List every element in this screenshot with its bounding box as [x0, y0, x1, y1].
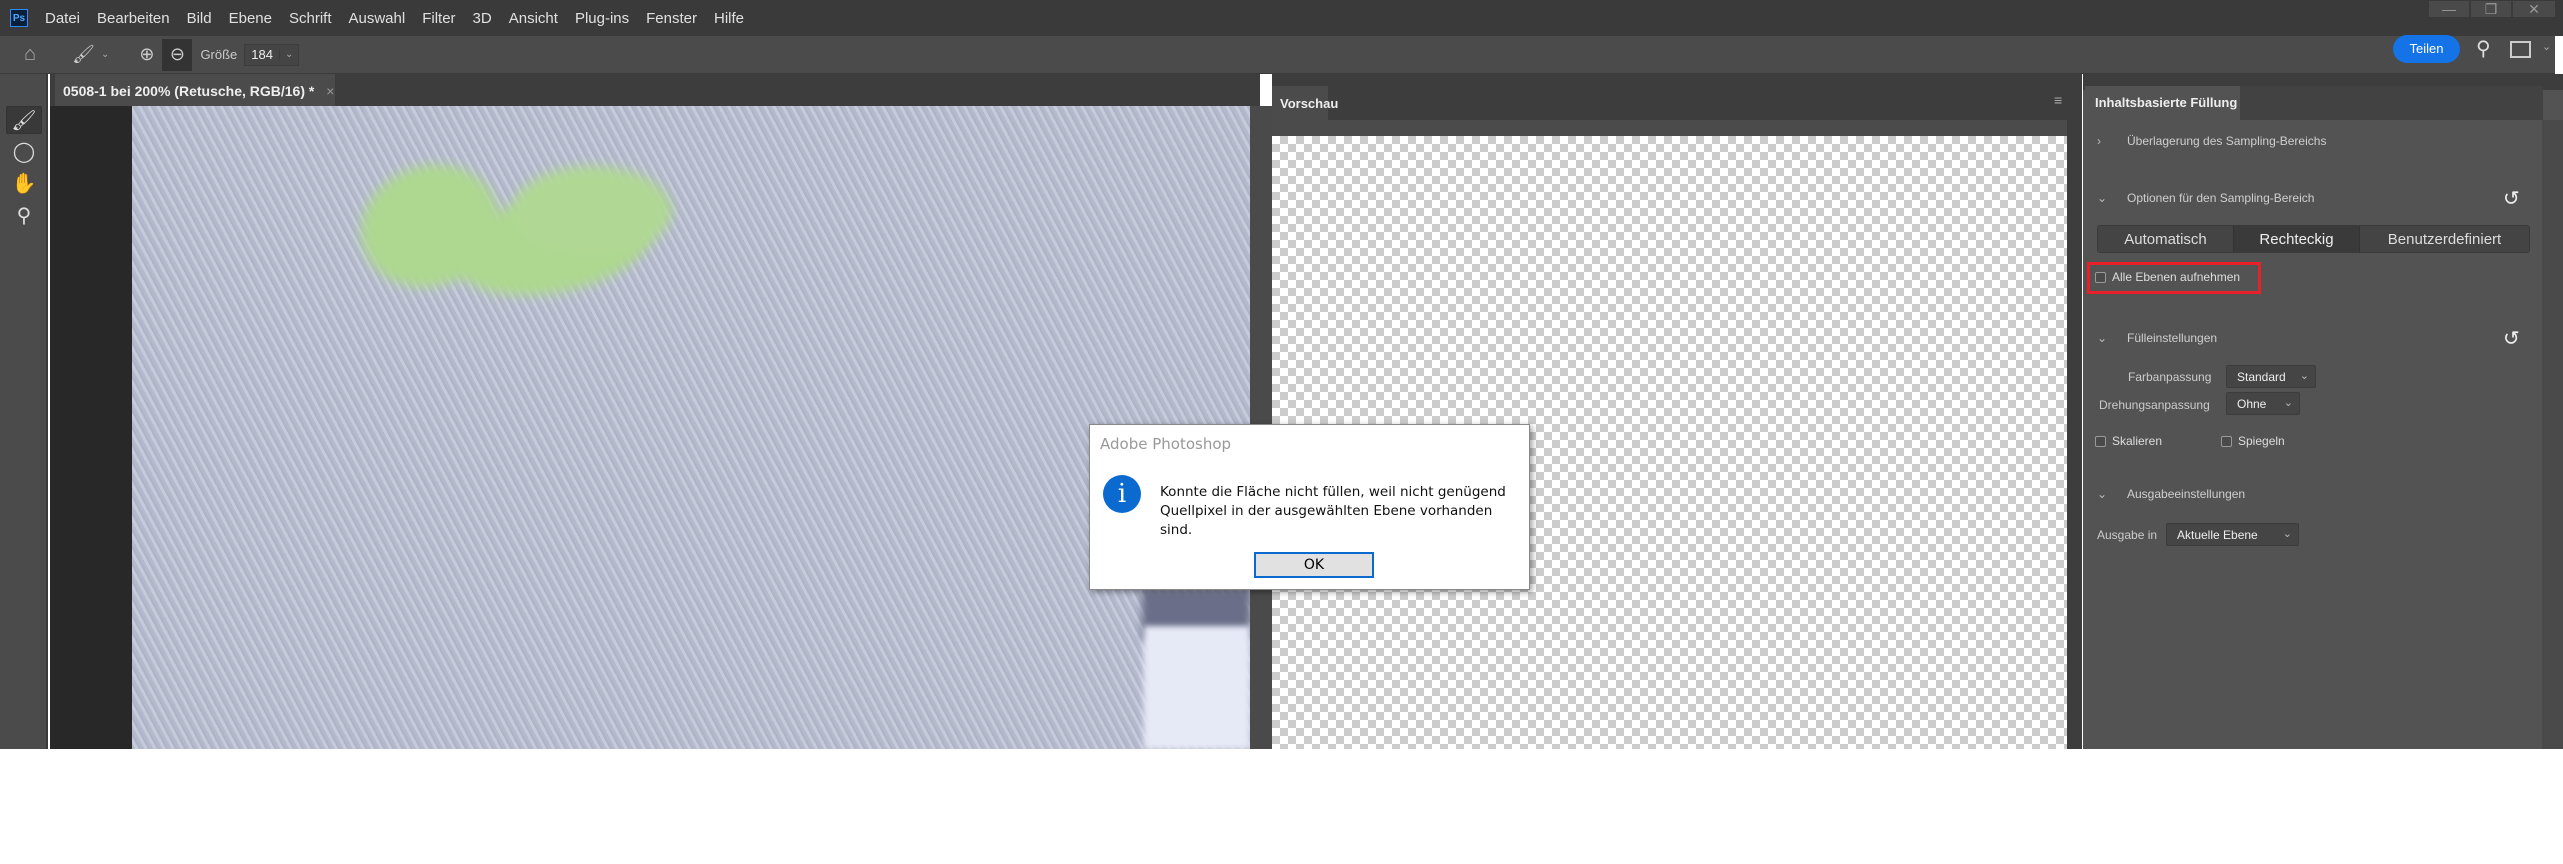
chevron-down-icon[interactable]: ⌄ [278, 49, 298, 60]
mode-benutzerdefiniert[interactable]: Benutzerdefiniert [2360, 226, 2529, 252]
close-tab-icon[interactable]: × [326, 83, 334, 99]
reset-icon[interactable]: ↺ [2503, 326, 2520, 351]
lasso-icon[interactable]: ◯ [6, 138, 42, 166]
menu-bild[interactable]: Bild [187, 10, 212, 27]
menu-filter[interactable]: Filter [422, 10, 455, 27]
ok-button[interactable]: OK [1254, 552, 1374, 578]
chevron-right-icon: › [2097, 134, 2101, 148]
document-title: 0508-1 bei 200% (Retusche, RGB/16) * [63, 83, 315, 99]
panel-scrollbar[interactable] [2542, 120, 2563, 749]
add-to-sample-icon[interactable]: ⊕ [139, 44, 154, 65]
menu-ebene[interactable]: Ebene [229, 10, 272, 27]
rotation-adapt-label: Drehungsanpassung [2099, 398, 2210, 412]
document-image[interactable] [132, 106, 1250, 749]
minimize-button[interactable]: — [2428, 0, 2470, 18]
dialog-title: Adobe Photoshop [1100, 435, 1232, 453]
white-region [1144, 626, 1250, 749]
section-output[interactable]: ⌄ Ausgabeeinstellungen [2097, 487, 2245, 501]
menu-hilfe[interactable]: Hilfe [714, 10, 744, 27]
menu-3d[interactable]: 3D [473, 10, 492, 27]
document-tab[interactable]: 0508-1 bei 200% (Retusche, RGB/16) * × [55, 74, 335, 106]
chevron-down-icon: ⌄ [2097, 191, 2108, 205]
color-adapt-value: Standard [2237, 370, 2286, 384]
rotation-adapt-dropdown[interactable]: Ohne ⌄ [2226, 392, 2300, 415]
checkbox[interactable] [2095, 436, 2106, 448]
subtract-from-sample-icon[interactable]: ⊖ [162, 38, 193, 71]
section-overlay[interactable]: › Überlagerung des Sampling-Bereichs [2097, 134, 2326, 148]
mode-rechteckig[interactable]: Rechteckig [2234, 226, 2360, 252]
remove-brush-icon[interactable]: 🖌 [6, 106, 42, 134]
dialog-message: Konnte die Fläche nicht füllen, weil nic… [1160, 483, 1520, 540]
workspace-icon[interactable] [2510, 41, 2531, 58]
message-line: Quellpixel in der ausgewählten Ebene vor… [1160, 503, 1493, 538]
info-icon: i [1103, 475, 1141, 513]
section-fill-label: Fülleinstellungen [2127, 331, 2218, 345]
output-label: Ausgabe in [2097, 528, 2158, 542]
chevron-down-icon: ⌄ [2282, 528, 2292, 540]
brush-tool-preset-icon[interactable]: 🖌 [72, 44, 95, 65]
zoom-icon[interactable]: ⚲ [6, 202, 42, 230]
panel-menu-icon[interactable]: ≡ [2054, 92, 2062, 108]
color-adapt-label: Farbanpassung [2128, 370, 2212, 384]
tools-panel: 🖌 ◯ ✋ ⚲ [0, 74, 48, 749]
reset-icon[interactable]: ↺ [2503, 186, 2520, 211]
preview-tab[interactable]: Vorschau [1272, 86, 1338, 120]
section-output-label: Ausgabeeinstellungen [2127, 487, 2246, 501]
menu-plugins[interactable]: Plug-ins [575, 10, 629, 27]
menu-datei[interactable]: Datei [45, 10, 80, 27]
menu-fenster[interactable]: Fenster [646, 10, 697, 27]
search-icon[interactable]: ⚲ [2476, 36, 2491, 61]
mode-automatisch[interactable]: Automatisch [2098, 226, 2234, 252]
menu-bar: Ps Datei Bearbeiten Bild Ebene Schrift A… [0, 0, 2563, 36]
menu-schrift[interactable]: Schrift [289, 10, 332, 27]
size-field[interactable]: 184 ⌄ [244, 43, 300, 66]
chevron-down-icon[interactable]: ⌄ [101, 49, 109, 60]
output-value: Aktuelle Ebene [2177, 528, 2258, 542]
mirror-checkbox[interactable]: Spiegeln [2221, 434, 2285, 448]
rotation-adapt-value: Ohne [2237, 397, 2267, 411]
chevron-down-icon: ⌄ [2097, 331, 2108, 345]
color-adapt-dropdown[interactable]: Standard ⌄ [2226, 365, 2316, 388]
chevron-down-icon[interactable]: ⌄ [2542, 40, 2551, 53]
menu-auswahl[interactable]: Auswahl [349, 10, 406, 27]
menu-bearbeiten[interactable]: Bearbeiten [97, 10, 170, 27]
message-line: Konnte die Fläche nicht füllen, weil nic… [1160, 484, 1506, 500]
output-dropdown[interactable]: Aktuelle Ebene ⌄ [2166, 523, 2299, 546]
content-aware-fill-tab[interactable]: Inhaltsbasierte Füllung [2085, 86, 2240, 120]
preview-header-strip [1272, 120, 2067, 136]
photoshop-logo: Ps [10, 9, 28, 27]
section-sampling-label: Optionen für den Sampling-Bereich [2127, 191, 2315, 205]
mirror-label: Spiegeln [2238, 434, 2285, 448]
chevron-down-icon: ⌄ [2299, 370, 2309, 382]
sampling-mode-selector: Automatisch Rechteckig Benutzerdefiniert [2097, 225, 2530, 253]
section-sampling[interactable]: ⌄ Optionen für den Sampling-Bereich [2097, 191, 2314, 205]
checkbox[interactable] [2221, 436, 2232, 448]
hand-icon[interactable]: ✋ [6, 170, 42, 198]
menu-ansicht[interactable]: Ansicht [509, 10, 558, 27]
restore-button[interactable]: ❐ [2470, 0, 2512, 18]
all-layers-label: Alle Ebenen aufnehmen [2112, 270, 2241, 284]
chevron-down-icon: ⌄ [2283, 397, 2293, 409]
options-bar: ⌂ 🖌 ⌄ ⊕ ⊖ Größe 184 ⌄ [0, 36, 2555, 74]
scale-checkbox[interactable]: Skalieren [2095, 434, 2162, 448]
checkbox[interactable] [2095, 272, 2106, 284]
section-fill[interactable]: ⌄ Fülleinstellungen [2097, 331, 2217, 345]
scale-label: Skalieren [2112, 434, 2163, 448]
size-value[interactable]: 184 [245, 47, 279, 62]
chevron-down-icon: ⌄ [2097, 487, 2108, 501]
section-overlay-label: Überlagerung des Sampling-Bereichs [2127, 134, 2327, 148]
share-button[interactable]: Teilen [2393, 35, 2460, 63]
close-window-button[interactable]: ✕ [2512, 0, 2556, 18]
alert-dialog: Adobe Photoshop i Konnte die Fläche nich… [1089, 424, 1530, 590]
all-layers-checkbox[interactable]: Alle Ebenen aufnehmen [2095, 270, 2240, 284]
green-spot [512, 166, 672, 256]
size-label: Größe [200, 47, 238, 62]
home-icon[interactable]: ⌂ [24, 43, 36, 66]
